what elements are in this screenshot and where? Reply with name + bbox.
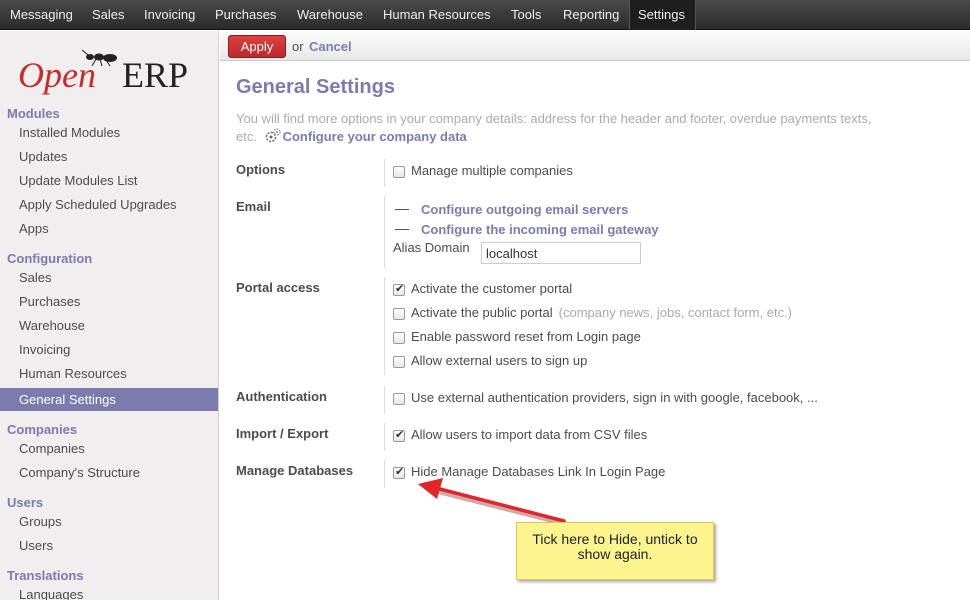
customer-portal-label: Activate the customer portal: [411, 281, 573, 296]
company-data-icon: [265, 128, 281, 143]
sidebar-item-warehouse[interactable]: Warehouse: [0, 315, 218, 337]
sidebar-item-apps[interactable]: Apps: [0, 218, 218, 240]
sidebar-item-groups[interactable]: Groups: [0, 511, 218, 533]
sidebar-item-human-resources[interactable]: Human Resources: [0, 363, 218, 385]
menu-settings[interactable]: Settings: [629, 0, 696, 30]
action-bar: Apply or Cancel: [220, 31, 970, 61]
import-export-label: Import / Export: [236, 426, 329, 441]
sidebar-item-general-settings[interactable]: General Settings: [0, 388, 218, 411]
email-label: Email: [236, 199, 271, 214]
menu-purchases[interactable]: Purchases: [207, 0, 284, 30]
configure-outgoing-email-link[interactable]: Configure outgoing email servers: [421, 202, 628, 217]
import-export-divider: [384, 423, 385, 451]
sidebar-item-purchases[interactable]: Purchases: [0, 291, 218, 313]
menu-reporting[interactable]: Reporting: [555, 0, 627, 30]
menu-warehouse[interactable]: Warehouse: [289, 0, 371, 30]
email-divider: [384, 196, 385, 268]
alias-domain-label: Alias Domain: [393, 240, 470, 255]
manage-databases-divider: [384, 460, 385, 488]
manage-multiple-companies-label: Manage multiple companies: [411, 163, 573, 178]
hide-manage-databases-checkbox[interactable]: [393, 465, 405, 479]
menu-tools[interactable]: Tools: [503, 0, 549, 30]
sidebar-item-update-modules-list[interactable]: Update Modules List: [0, 170, 218, 192]
page-title: General Settings: [236, 76, 395, 98]
openerp-logo[interactable]: Open ERP: [18, 47, 208, 97]
menu-human-resources[interactable]: Human Resources: [375, 0, 499, 30]
sidebar-header-users: Users: [7, 495, 44, 510]
alias-domain-input[interactable]: [481, 242, 641, 264]
import-csv-checkbox[interactable]: [393, 428, 405, 442]
import-csv-label: Allow users to import data from CSV file…: [411, 427, 648, 442]
public-portal-text: Activate the public portal: [411, 305, 553, 320]
manage-multiple-companies-checkbox[interactable]: [393, 166, 405, 178]
sidebar-item-sales[interactable]: Sales: [0, 267, 218, 289]
sidebar-header-modules: Modules: [7, 106, 60, 121]
menu-invoicing[interactable]: Invoicing: [136, 0, 203, 30]
intro-text: You will find more options in your compa…: [236, 110, 886, 146]
configure-incoming-email-link[interactable]: Configure the incoming email gateway: [421, 222, 659, 237]
bullet-dash: [395, 229, 409, 230]
top-menu-bar: Messaging Sales Invoicing Purchases Ware…: [0, 0, 970, 30]
authentication-divider: [384, 386, 385, 414]
public-portal-checkbox[interactable]: [393, 308, 405, 320]
apply-button[interactable]: Apply: [228, 35, 286, 58]
portal-access-label: Portal access: [236, 280, 320, 295]
sidebar-item-updates[interactable]: Updates: [0, 146, 218, 168]
sidebar: Open ERP Modules Installed Modules Updat…: [0, 31, 219, 600]
callout-line-2: show again.: [577, 546, 653, 562]
sidebar-header-configuration: Configuration: [7, 251, 93, 266]
configure-company-data-link[interactable]: Configure your company data: [283, 129, 467, 144]
sidebar-header-companies: Companies: [7, 422, 78, 437]
password-reset-checkbox[interactable]: [393, 332, 405, 344]
sidebar-item-company-structure[interactable]: Company's Structure: [0, 462, 218, 484]
external-auth-checkbox[interactable]: [393, 393, 405, 405]
sidebar-item-apply-scheduled-upgrades[interactable]: Apply Scheduled Upgrades: [0, 194, 218, 216]
options-label: Options: [236, 162, 286, 177]
customer-portal-checkbox[interactable]: [393, 282, 405, 296]
password-reset-label: Enable password reset from Login page: [411, 329, 641, 344]
external-signup-checkbox[interactable]: [393, 356, 405, 368]
cancel-link[interactable]: Cancel: [309, 39, 352, 54]
options-divider: [384, 159, 385, 187]
callout-line-1: Tick here to Hide, untick to: [532, 531, 698, 547]
sidebar-item-companies[interactable]: Companies: [0, 438, 218, 460]
menu-sales[interactable]: Sales: [84, 0, 133, 30]
public-portal-note: (company news, jobs, contact form, etc.): [558, 305, 793, 320]
sidebar-item-languages[interactable]: Languages: [0, 584, 218, 600]
sidebar-item-installed-modules[interactable]: Installed Modules: [0, 122, 218, 144]
sidebar-item-users[interactable]: Users: [0, 535, 218, 557]
annotation-callout: Tick here to Hide, untick to show again.: [516, 522, 714, 580]
sidebar-item-invoicing[interactable]: Invoicing: [0, 339, 218, 361]
bullet-dash: [395, 209, 409, 210]
sidebar-header-translations: Translations: [7, 568, 84, 583]
manage-databases-label: Manage Databases: [236, 463, 354, 478]
external-auth-label: Use external authentication providers, s…: [411, 390, 818, 405]
external-signup-label: Allow external users to sign up: [411, 353, 588, 368]
public-portal-label: Activate the public portal (company news,…: [411, 305, 792, 320]
logo-open-text: Open: [18, 55, 96, 95]
portal-divider: [384, 277, 385, 375]
authentication-label: Authentication: [236, 389, 327, 404]
or-text: or: [292, 39, 304, 54]
menu-messaging[interactable]: Messaging: [2, 0, 81, 30]
logo-erp-text: ERP: [122, 55, 188, 95]
hide-manage-databases-label: Hide Manage Databases Link In Login Page: [411, 464, 666, 479]
